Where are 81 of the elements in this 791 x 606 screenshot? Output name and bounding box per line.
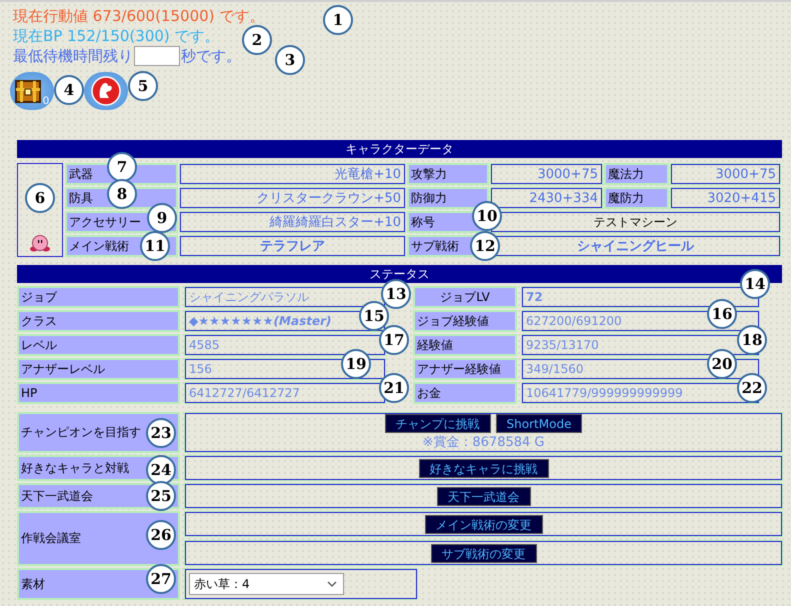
action-label: チャンピオンを目指す [21, 424, 141, 441]
field-value: テラフレア [260, 238, 325, 255]
stat-value: シャイニングパラソル [189, 288, 309, 306]
callout-number: 18 [737, 325, 767, 355]
field-label: 魔法力 [608, 166, 644, 182]
field-label: 武器 [69, 166, 93, 182]
section-header: キャラクターデータ [17, 140, 782, 158]
stat-value: 627200/691200 [526, 314, 622, 328]
callout-number: 12 [470, 231, 500, 261]
callout-number: 15 [359, 301, 389, 331]
action-button[interactable]: サブ戦術の変更 [430, 544, 536, 562]
callout-number: 19 [341, 349, 371, 379]
character-icon [30, 234, 50, 252]
callout-number: 16 [707, 299, 737, 329]
material-select[interactable]: 赤い草：4 [189, 573, 344, 595]
action-button[interactable]: 好きなキャラに挑戦 [418, 458, 548, 478]
field-value: 3020+415 [707, 190, 776, 206]
callout-number: 10 [472, 201, 502, 231]
stat-label: ジョブ [21, 288, 57, 306]
action-button[interactable]: チャンプに挑戦 [384, 414, 491, 433]
stat-label: お金 [417, 384, 441, 402]
field-label: アクセサリー [69, 214, 141, 230]
field-label: サブ戦術 [411, 238, 459, 254]
callout-number: 1 [323, 5, 353, 35]
stat-label: アナザー経験値 [417, 360, 501, 378]
field-value: テストマシーン [594, 214, 678, 230]
stat-value: 6412727/6412727 [189, 386, 300, 400]
callout-number: 20 [707, 349, 737, 379]
bp-text: 現在BP 152/150(300) です。 [13, 26, 220, 46]
stat-label: レベル [21, 336, 57, 354]
stat-value: 10641779/999999999999 [526, 386, 683, 400]
callout-number: 5 [128, 71, 158, 101]
field-value: クリスタークラウン+50 [256, 190, 401, 207]
stat-label: ジョブLV [440, 288, 490, 306]
callout-number: 21 [379, 373, 409, 403]
stat-label: 経験値 [417, 336, 453, 354]
stat-value: ◆★★★★★★★(Master) [189, 314, 332, 328]
callout-number: 4 [54, 75, 84, 105]
field-label: 防具 [69, 190, 93, 206]
chevron-down-icon [327, 581, 337, 587]
wait-label: 最低待機時間残り [13, 46, 133, 66]
action-label: 天下一武道会 [21, 488, 93, 504]
stat-label: ジョブ経験値 [417, 312, 489, 330]
wait-suffix: 秒です。 [181, 46, 241, 66]
field-value: 2430+334 [529, 190, 598, 206]
action-button[interactable]: 天下一武道会 [436, 486, 530, 506]
prize-note: ※賞金：8678584 G [422, 434, 544, 451]
stat-value: 349/1560 [526, 362, 584, 376]
action-label: 素材 [21, 576, 45, 592]
action-label: 作戦会議室 [21, 530, 81, 547]
action-label: 好きなキャラと対戦 [21, 460, 129, 476]
stat-value: 156 [189, 362, 212, 376]
field-label: 魔防力 [608, 190, 644, 206]
stat-value: 72 [526, 290, 543, 304]
stat-value: 4585 [189, 338, 220, 352]
callout-number: 3 [275, 45, 305, 75]
stat-value: 9235/13170 [526, 338, 599, 352]
field-label: 称号 [411, 214, 435, 230]
callout-number: 22 [737, 373, 767, 403]
callout-number: 13 [381, 279, 411, 309]
action-button[interactable]: ShortMode [496, 414, 582, 433]
stat-label: クラス [21, 312, 57, 330]
field-value: 3000+75 [715, 166, 776, 182]
field-label: メイン戦術 [69, 238, 129, 254]
action-button[interactable]: メイン戦術の変更 [424, 514, 542, 534]
callout-number: 11 [140, 231, 170, 261]
stat-label: HP [21, 386, 38, 400]
field-label: 攻撃力 [411, 166, 447, 182]
field-label: 防御力 [411, 190, 447, 206]
field-value: 3000+75 [537, 166, 598, 182]
callout-number: 2 [242, 25, 272, 55]
callout-number: 6 [25, 183, 55, 213]
action-points-text: 現在行動値 673/600(15000) です。 [13, 6, 264, 26]
wait-input[interactable] [134, 46, 180, 66]
callout-number: 17 [379, 325, 409, 355]
field-value: シャイニングヒール [577, 238, 694, 255]
stat-label: アナザーレベル [21, 360, 105, 378]
field-value: 綺羅綺羅白スター+10 [270, 214, 401, 231]
field-value: 光竜槍+10 [334, 166, 401, 183]
strength-button[interactable] [84, 72, 128, 110]
chest-icon [15, 79, 41, 103]
